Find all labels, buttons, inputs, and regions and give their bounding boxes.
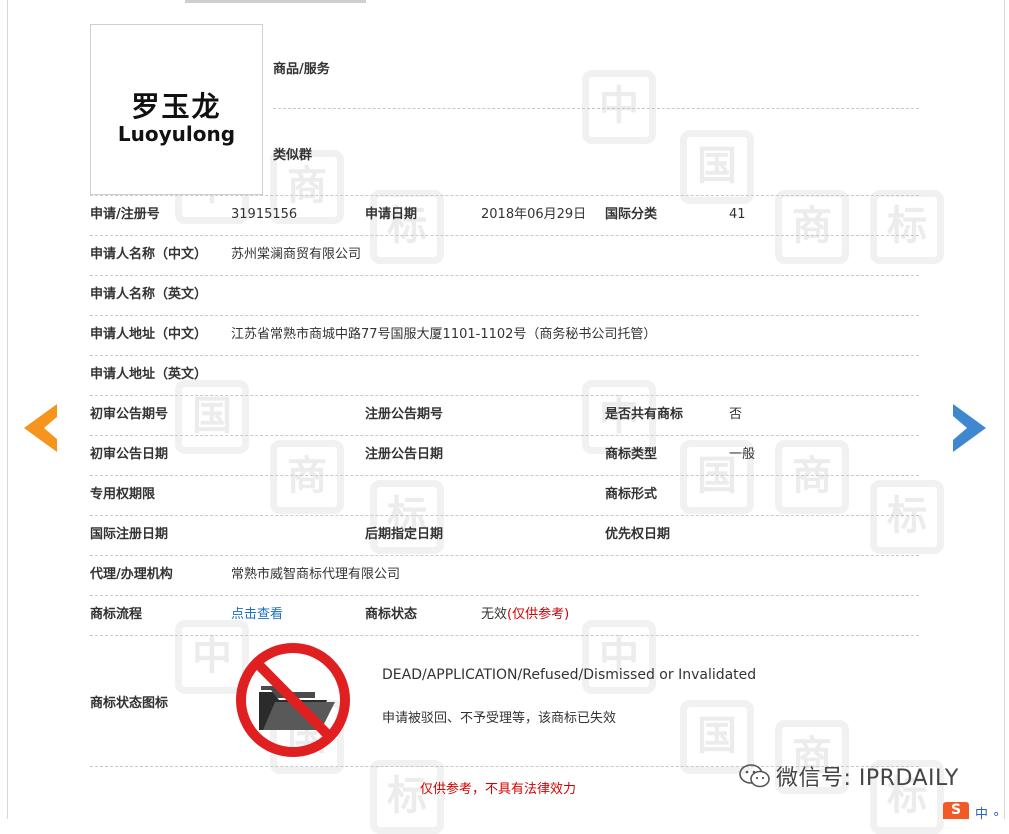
cell-text: 优先权日期	[605, 527, 671, 542]
disclaimer-note: 仅供参考，不具有法律效力	[420, 782, 577, 797]
field-value: 2018年06月29日	[481, 195, 586, 235]
cell-text: 商标状态	[365, 607, 418, 622]
field-label: 国际分类	[605, 195, 657, 235]
field-label: 申请人地址（中文）	[90, 315, 207, 355]
trademark-logo-en: Luoyulong	[117, 122, 236, 146]
cell-text: 申请/注册号	[90, 207, 160, 222]
field-label: 申请人名称（英文）	[90, 275, 207, 315]
cell-text: 是否共有商标	[605, 407, 684, 422]
field-label: 商标类型	[605, 435, 657, 475]
field-label: 后期指定日期	[365, 515, 443, 555]
cell-text: 国际分类	[605, 207, 658, 222]
field-value: 江苏省常熟市商城中路77号国服大厦1101-1102号（商务秘书公司托管）	[231, 315, 656, 355]
divider	[90, 635, 919, 636]
cell-text[interactable]: 点击查看	[231, 607, 283, 622]
field-label: 申请人名称（中文）	[90, 235, 207, 275]
cell-text: 一般	[729, 447, 756, 462]
field-label: 代理/办理机构	[90, 555, 173, 595]
status-icon-label: 商标状态图标	[90, 696, 169, 711]
info-row: 申请人名称（中文） 苏州棠澜商贸有限公司	[90, 235, 919, 275]
field-label: 国际注册日期	[90, 515, 168, 555]
cell-text: 后期指定日期	[365, 527, 444, 542]
field-value: 苏州棠澜商贸有限公司	[231, 235, 361, 275]
process-link[interactable]: 点击查看	[231, 595, 283, 635]
wechat-icon	[739, 764, 770, 788]
info-row: 申请人地址（中文） 江苏省常熟市商城中路77号国服大厦1101-1102号（商务秘…	[90, 315, 919, 355]
field-label: 申请人地址（英文）	[90, 355, 207, 395]
info-row: 初审公告日期 注册公告日期 商标类型 一般	[90, 435, 919, 475]
field-value: 31915156	[231, 195, 297, 235]
goods-services-label: 商品/服务	[273, 62, 330, 77]
invalid-folder-icon	[236, 643, 350, 757]
field-label: 优先权日期	[605, 515, 670, 555]
cell-text: 商标流程	[90, 607, 143, 622]
field-label: 申请日期	[365, 195, 417, 235]
cell-text: 申请人地址（中文）	[90, 327, 208, 342]
sogou-ime-status[interactable]: 中 ∘	[975, 803, 1000, 822]
cell-text: 申请人地址（英文）	[90, 367, 208, 382]
cell-text: 2018年06月29日	[481, 207, 587, 222]
wechat-id-text: 微信号: IPRDAILY	[776, 766, 959, 791]
cell-text: 代理/办理机构	[90, 567, 173, 582]
wechat-watermark: 微信号: IPRDAILY	[738, 760, 959, 792]
cell-text: 申请人名称（英文）	[90, 287, 208, 302]
field-label: 注册公告日期	[365, 435, 443, 475]
cell-text: 初审公告期号	[90, 407, 169, 422]
cell-text: 否	[729, 407, 743, 422]
field-value: 41	[729, 195, 746, 235]
trademark-logo-cn: 罗玉龙	[131, 90, 222, 123]
cell-text: 苏州棠澜商贸有限公司	[231, 247, 362, 262]
watermark-char: 标	[370, 760, 444, 834]
cell-text: 无效	[481, 607, 508, 622]
watermark-char: 国	[680, 130, 754, 204]
field-label: 初审公告期号	[90, 395, 168, 435]
field-value: 常熟市威智商标代理有限公司	[231, 555, 400, 595]
status-description-cn: 申请被驳回、不予受理等，该商标已失效	[382, 711, 617, 726]
cell-text: 商标类型	[605, 447, 658, 462]
reference-only-note: (仅供参考)	[507, 607, 570, 622]
cell-text: 初审公告日期	[90, 447, 169, 462]
field-label: 商标流程	[90, 595, 142, 635]
info-row: 初审公告期号 注册公告期号 是否共有商标 否	[90, 395, 919, 435]
info-row: 申请人名称（英文）	[90, 275, 919, 315]
cell-text: 41	[729, 207, 746, 222]
status-description-en: DEAD/APPLICATION/Refused/Dismissed or In…	[382, 667, 757, 683]
field-label: 初审公告日期	[90, 435, 168, 475]
field-value: 无效(仅供参考)	[481, 595, 569, 635]
cell-text: 江苏省常熟市商城中路77号国服大厦1101-1102号（商务秘书公司托管）	[231, 327, 657, 342]
info-row: 国际注册日期 后期指定日期 优先权日期	[90, 515, 919, 555]
field-label: 注册公告期号	[365, 395, 443, 435]
cell-text: 常熟市威智商标代理有限公司	[231, 567, 401, 582]
cell-text: 注册公告期号	[365, 407, 444, 422]
field-label: 商标形式	[605, 475, 657, 515]
cell-text: 31915156	[231, 207, 298, 222]
info-row: 专用权期限 商标形式	[90, 475, 919, 515]
field-label: 申请/注册号	[90, 195, 160, 235]
cell-text: 申请日期	[365, 207, 418, 222]
top-tab-indicator	[185, 0, 366, 3]
sogou-ime-icon[interactable]: S	[943, 802, 969, 819]
cell-text: 商标形式	[605, 487, 658, 502]
divider	[273, 108, 919, 109]
watermark-char: 中	[582, 70, 656, 144]
info-row: 代理/办理机构 常熟市威智商标代理有限公司	[90, 555, 919, 595]
cell-text: 申请人名称（中文）	[90, 247, 208, 262]
field-value: 一般	[729, 435, 755, 475]
info-row: 商标流程 点击查看 商标状态 无效(仅供参考)	[90, 595, 919, 635]
info-row: 申请人地址（英文）	[90, 355, 919, 395]
field-label: 专用权期限	[90, 475, 155, 515]
cell-text: 专用权期限	[90, 487, 156, 502]
field-value: 否	[729, 395, 742, 435]
trademark-image: 罗玉龙 Luoyulong	[90, 24, 263, 195]
info-row: 申请/注册号 31915156 申请日期 2018年06月29日 国际分类 41	[90, 195, 919, 235]
cell-text: 国际注册日期	[90, 527, 169, 542]
field-label: 商标状态	[365, 595, 417, 635]
cell-text: 注册公告日期	[365, 447, 444, 462]
similar-group-label: 类似群	[273, 148, 313, 163]
arrow-cutout	[44, 416, 58, 440]
arrow-cutout	[953, 416, 967, 440]
field-label: 是否共有商标	[605, 395, 683, 435]
